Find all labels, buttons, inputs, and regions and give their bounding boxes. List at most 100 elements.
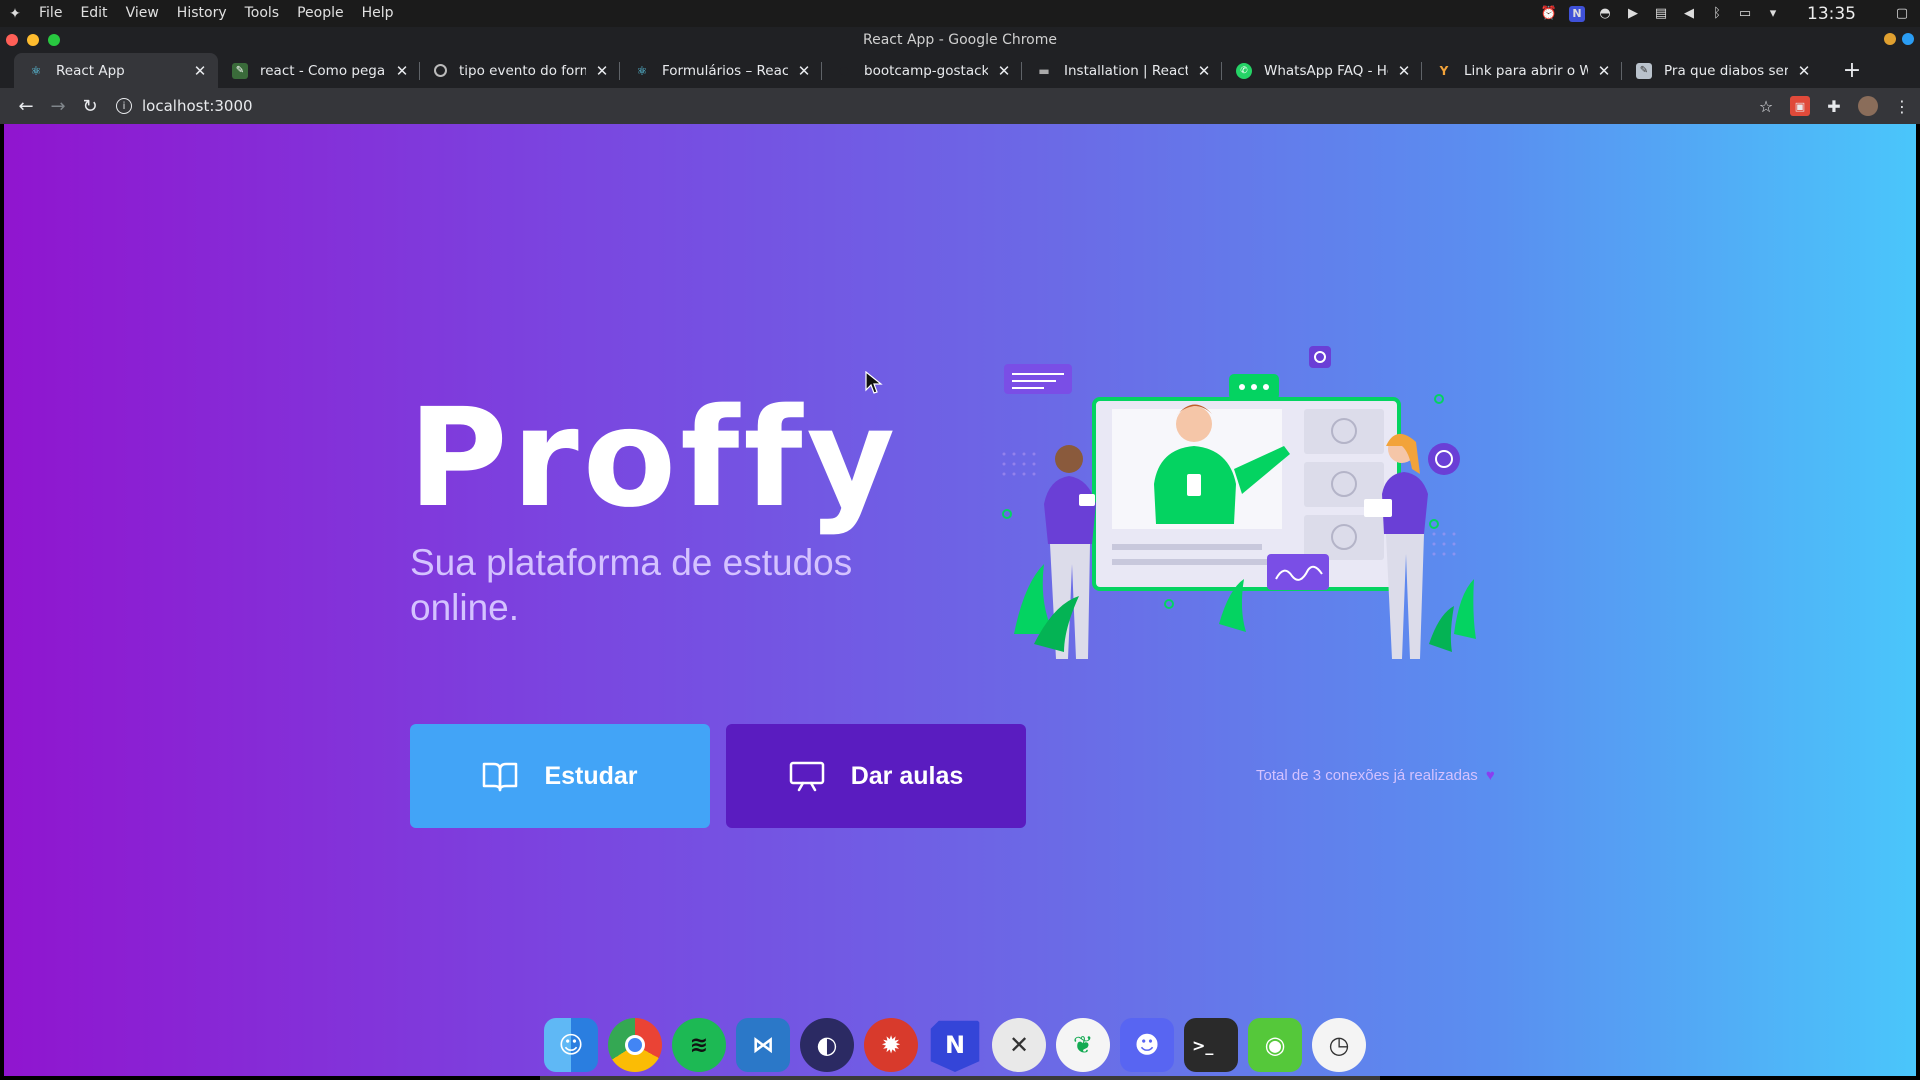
study-button[interactable]: Estudar bbox=[410, 724, 710, 828]
react-icon: ⚛ bbox=[636, 63, 648, 78]
more-menu-icon[interactable]: ⋮ bbox=[1892, 96, 1912, 116]
whatsapp-icon: ✆ bbox=[1236, 62, 1252, 79]
tab-title: Formulários – React bbox=[662, 62, 788, 79]
dock-shelf bbox=[540, 1076, 1380, 1080]
tab-title: react - Como pegar o bbox=[260, 62, 386, 79]
bookmark-star-icon[interactable]: ☆ bbox=[1756, 96, 1776, 116]
window-controls bbox=[6, 34, 60, 46]
close-tab-icon[interactable]: ✕ bbox=[1596, 62, 1612, 80]
hero-illustration bbox=[1002, 346, 1476, 659]
chrome-icon[interactable] bbox=[608, 1018, 662, 1072]
tab-title: React App bbox=[56, 62, 125, 79]
close-tab-icon[interactable]: ✕ bbox=[1396, 62, 1412, 80]
tab-pra-que-diabos[interactable]: ✎ Pra que diabos serve ✕ bbox=[1622, 53, 1822, 88]
tab-title: Link para abrir o What bbox=[1464, 62, 1588, 79]
menu-history[interactable]: History bbox=[168, 0, 236, 27]
tab-installation-react-toastify[interactable]: ▬ Installation | React-To ✕ bbox=[1022, 53, 1222, 88]
menu-tools[interactable]: Tools bbox=[236, 0, 289, 27]
tab-title: tipo evento do formul bbox=[459, 62, 586, 79]
teach-button-label: Dar aulas bbox=[850, 761, 964, 790]
total-connections: Total de 3 conexões já realizadas ♥ bbox=[1256, 767, 1495, 784]
minimize-window-button[interactable] bbox=[27, 34, 39, 46]
close-tab-icon[interactable]: ✕ bbox=[996, 62, 1012, 80]
close-tab-icon[interactable]: ✕ bbox=[394, 62, 410, 80]
stackoverflow-icon: ✎ bbox=[232, 62, 248, 79]
close-tab-icon[interactable]: ✕ bbox=[192, 62, 208, 80]
menu-file[interactable]: File bbox=[30, 0, 71, 27]
proffy-landing-page: Proffy Sua plataforma de estudos online. bbox=[4, 124, 1916, 1076]
menu-view[interactable]: View bbox=[117, 0, 168, 27]
terminal-icon[interactable]: >_ bbox=[1184, 1018, 1238, 1072]
discord-tray-icon[interactable]: ◓ bbox=[1597, 6, 1613, 22]
desktop: ✦ File Edit View History Tools People He… bbox=[0, 0, 1920, 1080]
app-menu: File Edit View History Tools People Help bbox=[30, 0, 403, 27]
close-tab-icon[interactable]: ✕ bbox=[1796, 62, 1812, 80]
mongodb-icon[interactable]: ❦ bbox=[1056, 1018, 1110, 1072]
bluetooth-icon[interactable]: ᛒ bbox=[1709, 6, 1725, 22]
url-text[interactable]: localhost:3000 bbox=[142, 97, 253, 115]
tab-link-whatsapp[interactable]: Y Link para abrir o What ✕ bbox=[1422, 53, 1622, 88]
back-button[interactable]: ← bbox=[10, 90, 42, 122]
system-tray: ⏰ N ◓ ▶ ▤ ◀ ᛒ ▭ ▾ 13:35 ▢ bbox=[1541, 0, 1920, 27]
volume-icon[interactable]: ◀ bbox=[1681, 6, 1697, 22]
status-indicator-icon bbox=[1902, 33, 1914, 45]
study-button-label: Estudar bbox=[544, 761, 638, 790]
window-title: React App - Google Chrome bbox=[0, 27, 1920, 53]
vscode-icon[interactable]: ⋈ bbox=[736, 1018, 790, 1072]
extension-icon[interactable]: ▣ bbox=[1790, 96, 1810, 116]
address-bar[interactable]: i localhost:3000 bbox=[116, 91, 253, 121]
close-tab-icon[interactable]: ✕ bbox=[594, 62, 610, 80]
presentation-board-icon bbox=[789, 760, 825, 792]
menu-edit[interactable]: Edit bbox=[71, 0, 116, 27]
spotify-icon[interactable]: ≋ bbox=[672, 1018, 726, 1072]
screenshot-icon[interactable]: ◉ bbox=[1248, 1018, 1302, 1072]
tab-strip: ⚛ React App ✕ ✎ react - Como pegar o ✕ t… bbox=[0, 53, 1920, 88]
chevron-down-icon[interactable]: ▾ bbox=[1765, 6, 1781, 22]
close-tab-icon[interactable]: ✕ bbox=[796, 62, 812, 80]
display-icon[interactable]: ▭ bbox=[1737, 6, 1753, 22]
forward-button[interactable]: → bbox=[42, 90, 74, 122]
discord-icon[interactable]: ☻ bbox=[1120, 1018, 1174, 1072]
tab-react-como-pegar[interactable]: ✎ react - Como pegar o ✕ bbox=[218, 53, 420, 88]
tab-react-app[interactable]: ⚛ React App ✕ bbox=[14, 53, 218, 88]
extensions-puzzle-icon[interactable]: ✚ bbox=[1824, 96, 1844, 116]
finder-icon[interactable]: ☺ bbox=[544, 1018, 598, 1072]
tab-tipo-evento[interactable]: tipo evento do formul ✕ bbox=[420, 53, 620, 88]
postman-icon[interactable]: ✹ bbox=[864, 1018, 918, 1072]
close-window-button[interactable] bbox=[6, 34, 18, 46]
notion-tray-icon[interactable]: N bbox=[1569, 5, 1585, 22]
tab-bootcamp-gostack[interactable]: ● bootcamp-gostack-g ✕ bbox=[822, 53, 1022, 88]
maximize-window-button[interactable] bbox=[48, 34, 60, 46]
github-icon: ● bbox=[839, 64, 849, 77]
eclipse-icon[interactable]: ◐ bbox=[800, 1018, 854, 1072]
clock[interactable]: 13:35 bbox=[1807, 4, 1856, 24]
react-icon: ⚛ bbox=[30, 63, 42, 78]
teach-button[interactable]: Dar aulas bbox=[726, 724, 1026, 828]
menu-help[interactable]: Help bbox=[353, 0, 403, 27]
clipboard-icon[interactable]: ▤ bbox=[1653, 6, 1669, 22]
notification-icon[interactable]: ⏰ bbox=[1541, 6, 1557, 22]
tab-title: Installation | React-To bbox=[1064, 62, 1188, 79]
tab-formularios-react[interactable]: ⚛ Formulários – React ✕ bbox=[620, 53, 822, 88]
link-icon: Y bbox=[1439, 63, 1449, 78]
menu-people[interactable]: People bbox=[288, 0, 353, 27]
notion-icon[interactable]: N bbox=[930, 1020, 980, 1072]
xcode-icon[interactable]: ✕ bbox=[992, 1018, 1046, 1072]
play-icon[interactable]: ▶ bbox=[1625, 6, 1641, 22]
tab-whatsapp-faq[interactable]: ✆ WhatsApp FAQ - How ✕ bbox=[1222, 53, 1422, 88]
tagline: Sua plataforma de estudos online. bbox=[410, 542, 853, 629]
reload-button[interactable]: ↻ bbox=[74, 90, 106, 122]
new-tab-button[interactable]: + bbox=[1840, 53, 1864, 88]
window-overview-icon[interactable]: ▢ bbox=[1894, 6, 1910, 22]
chrome-indicators bbox=[1884, 33, 1914, 45]
site-info-icon[interactable]: i bbox=[116, 98, 132, 114]
dock: ☺ ≋ ⋈ ◐ ✹ N ✕ ❦ ☻ >_ ◉ ◷ bbox=[540, 1010, 1370, 1080]
clock-icon[interactable]: ◷ bbox=[1312, 1018, 1366, 1072]
profile-avatar[interactable] bbox=[1858, 96, 1878, 116]
chrome-indicator-icon bbox=[1884, 33, 1896, 45]
mouse-cursor-icon bbox=[865, 371, 883, 394]
page-icon: ✎ bbox=[1636, 62, 1652, 79]
close-tab-icon[interactable]: ✕ bbox=[1196, 62, 1212, 80]
system-logo-icon[interactable]: ✦ bbox=[0, 6, 30, 22]
book-icon bbox=[482, 760, 518, 792]
